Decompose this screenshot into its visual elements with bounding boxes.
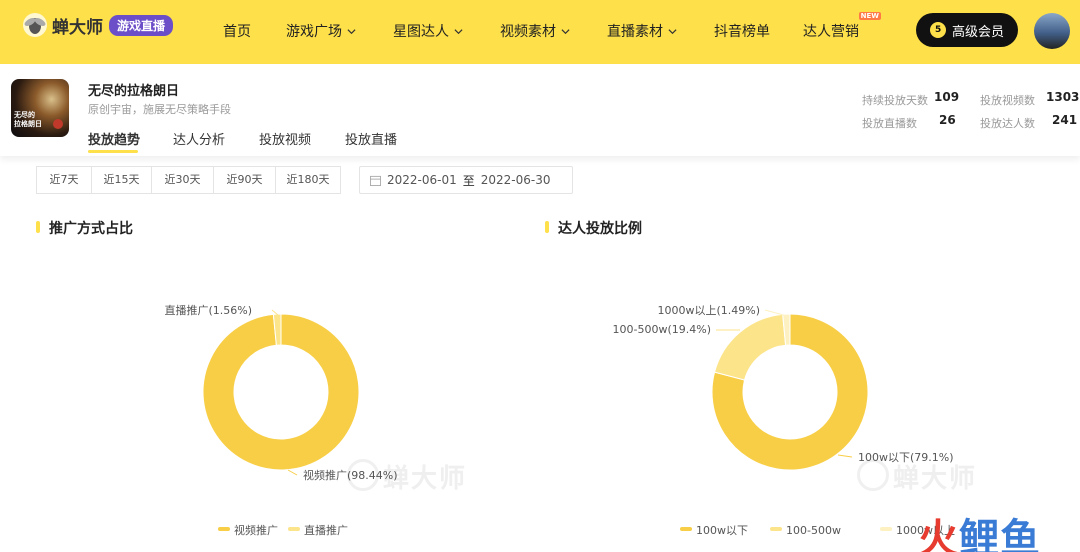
new-badge: NEW [858,12,881,20]
nav-item-label: 达人营销 [803,24,859,40]
stat-value: 26 [939,113,956,127]
slice-label-leader [764,309,788,317]
tab-creator-analysis[interactable]: 达人分析 [173,129,225,148]
stat-label: 持续投放天数 [862,94,928,107]
donut-slice [713,313,787,381]
legend-swatch [880,527,892,531]
tab-delivery-live[interactable]: 投放直播 [345,129,397,148]
nav-item-creator-marketing[interactable]: 达人营销 NEW [803,12,881,41]
stat-value: 241 [1052,113,1078,127]
user-avatar[interactable] [1034,13,1070,49]
chart-title-promotion-type: 推广方式占比 [49,221,133,237]
stat-value: 109 [934,90,960,104]
game-title: 无尽的拉格朗日 [88,84,180,99]
cicada-logo-icon [23,13,47,37]
stat-label: 投放视频数 [980,94,1035,107]
game-subtitle: 原创宇宙，施展无尽策略手段 [88,103,231,116]
chevron-down-icon [454,28,463,34]
slice-label-leader [287,469,298,476]
chevron-down-icon [347,28,356,34]
legend-swatch [218,527,230,531]
seal-icon [53,119,63,129]
stat-label: 投放达人数 [980,117,1035,130]
section-accent-bar [36,221,40,233]
date-start: 2022-06-01 [387,173,457,187]
active-tab-indicator [88,150,138,153]
slice-label: 100-500w(19.4%) [613,323,711,336]
nav-item-video-material[interactable]: 视频素材 [500,21,570,41]
legend-label: 100-500w [786,524,841,537]
slice-label-leader [271,309,279,316]
legend-label: 100w以下 [696,524,748,537]
stat-value: 1303 [1046,90,1080,104]
donut-slice [782,313,791,346]
watermark-text: 蝉大师 [893,464,978,494]
nav-item-star-creators[interactable]: 星图达人 [393,21,463,41]
legend-swatch [680,527,692,531]
range-180d-button[interactable]: 近180天 [276,167,340,193]
vip-label: 高级会员 [951,24,1004,40]
nav-item-label: 视频素材 [500,24,556,40]
stat-label: 投放直播数 [862,117,917,130]
legend-swatch [770,527,782,531]
corner-watermark: 火鲤鱼 [918,516,1041,552]
legend-label: 视频推广 [234,523,278,537]
range-90d-button[interactable]: 近90天 [214,167,276,193]
chevron-down-icon [561,28,570,34]
vip-member-button[interactable]: 5 高级会员 [916,13,1018,47]
section-accent-bar [545,221,549,233]
nav-item-douyin-ranking[interactable]: 抖音榜单 [714,21,770,41]
donut-slice [202,313,360,471]
watermark-logo-icon [857,459,889,491]
nav-item-home[interactable]: 首页 [223,21,251,41]
nav-item-label: 抖音榜单 [714,24,770,40]
donut-slice [272,313,282,346]
nav-item-label: 游戏广场 [286,24,342,40]
watermark-text: 蝉大师 [383,464,468,494]
nav-item-label: 星图达人 [393,24,449,40]
slice-label: 1000w以上(1.49%) [657,304,760,317]
slice-label: 直播推广(1.56%) [164,303,252,317]
nav-item-live-material[interactable]: 直播素材 [607,21,677,41]
brand-name: 蝉大师 [52,17,103,38]
tab-delivery-trend[interactable]: 投放趋势 [88,129,140,148]
vip-diamond-icon: 5 [926,18,950,42]
calendar-icon [370,175,381,186]
watermark-logo-icon [347,459,379,491]
date-end: 2022-06-30 [480,173,551,187]
brand-logo[interactable]: 蝉大师 游戏直播 [22,12,174,38]
brand-badge: 游戏直播 [109,14,174,36]
nav-item-game-square[interactable]: 游戏广场 [286,21,356,41]
tab-delivery-videos[interactable]: 投放视频 [259,129,311,148]
game-header: 无尽的 拉格朗日 无尽的拉格朗日 原创宇宙，施展无尽策略手段 投放趋势 达人分析… [0,64,1080,156]
range-30d-button[interactable]: 近30天 [152,167,214,193]
range-7d-button[interactable]: 近7天 [37,167,92,193]
legend-swatch [288,527,300,531]
range-15d-button[interactable]: 近15天 [92,167,152,193]
nav-item-label: 直播素材 [607,24,663,40]
date-range-picker[interactable]: 2022-06-01 至 2022-06-30 [359,166,573,194]
top-navbar: 蝉大师 游戏直播 首页 游戏广场 星图达人 视频素材 直播素材 抖音榜单 达人营… [0,0,1080,64]
nav-item-label: 首页 [223,24,251,40]
date-separator: 至 [462,173,475,188]
chart-title-creator-ratio: 达人投放比例 [558,221,642,237]
time-range-selector: 近7天 近15天 近30天 近90天 近180天 [36,166,341,194]
legend-label: 直播推广 [304,523,348,537]
game-thumbnail-text: 无尽的 拉格朗日 [14,111,42,128]
game-thumbnail: 无尽的 拉格朗日 [11,79,69,137]
donut-slice [711,313,869,471]
chevron-down-icon [668,28,677,34]
slice-label-leader [837,454,853,458]
